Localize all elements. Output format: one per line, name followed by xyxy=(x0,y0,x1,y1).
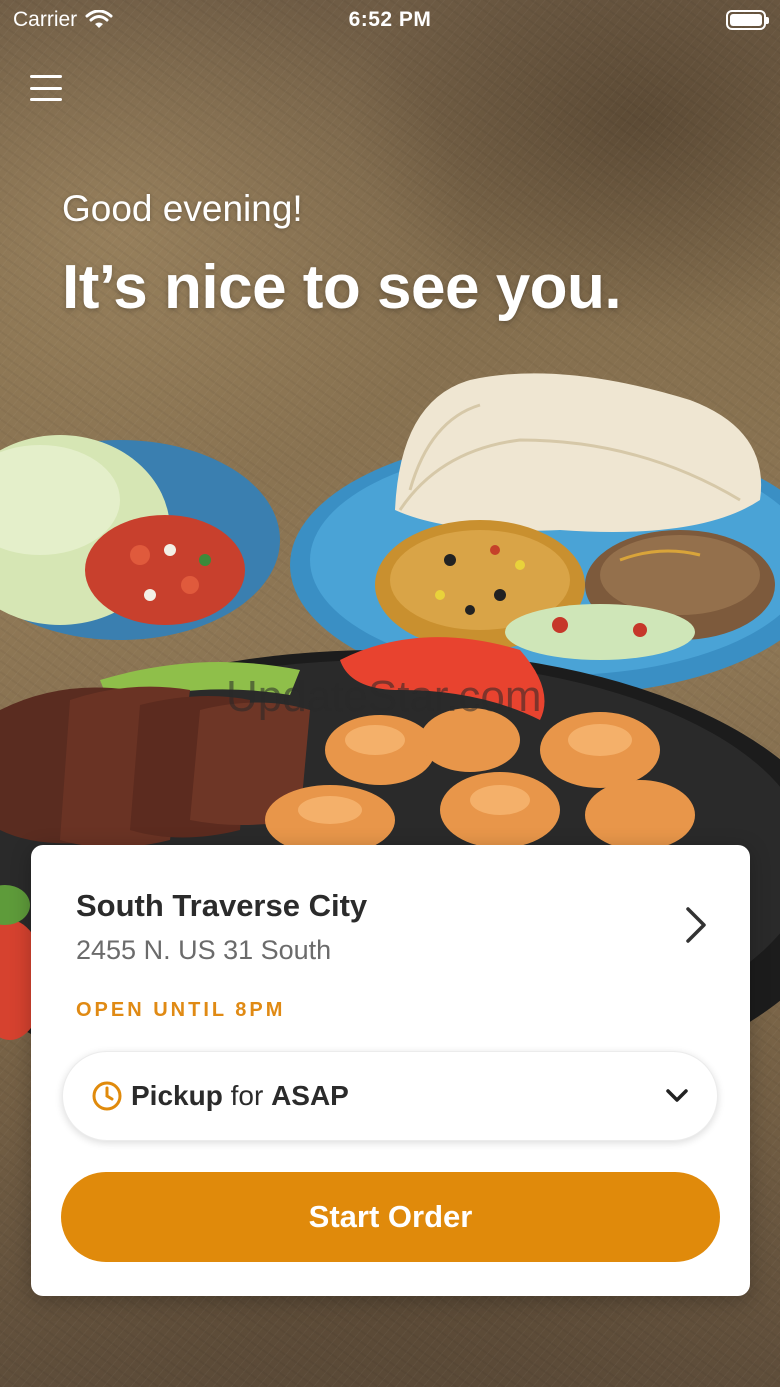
menu-line xyxy=(30,75,62,78)
menu-line xyxy=(30,86,62,90)
location-address[interactable]: 2455 N. US 31 South xyxy=(76,935,331,966)
pickup-connector: for xyxy=(230,1080,264,1111)
headline-text: It’s nice to see you. xyxy=(62,253,622,322)
status-bar: Carrier 6:52 PM xyxy=(0,0,780,40)
chevron-down-icon xyxy=(666,1089,688,1102)
chevron-right-icon[interactable] xyxy=(682,905,710,945)
battery-icon xyxy=(726,10,769,30)
clock-icon xyxy=(92,1081,122,1111)
pickup-time-select[interactable]: Pickup for ASAP xyxy=(62,1051,718,1141)
menu-line xyxy=(30,98,62,101)
greeting-text: Good evening! xyxy=(62,188,303,229)
pickup-time: ASAP xyxy=(271,1080,349,1111)
start-order-button[interactable]: Start Order xyxy=(61,1172,720,1262)
hamburger-menu-icon[interactable] xyxy=(28,72,64,104)
hours-status-label: OPEN UNTIL 8PM xyxy=(76,999,286,1021)
pickup-summary: Pickup for ASAP xyxy=(131,1080,349,1112)
battery-level xyxy=(730,14,762,26)
status-time: 6:52 PM xyxy=(348,8,432,31)
watermark-text: UpdateStar.com xyxy=(226,672,542,721)
pickup-mode: Pickup xyxy=(131,1080,223,1111)
location-card: South Traverse City 2455 N. US 31 South … xyxy=(31,845,750,1296)
location-name[interactable]: South Traverse City xyxy=(76,888,367,924)
